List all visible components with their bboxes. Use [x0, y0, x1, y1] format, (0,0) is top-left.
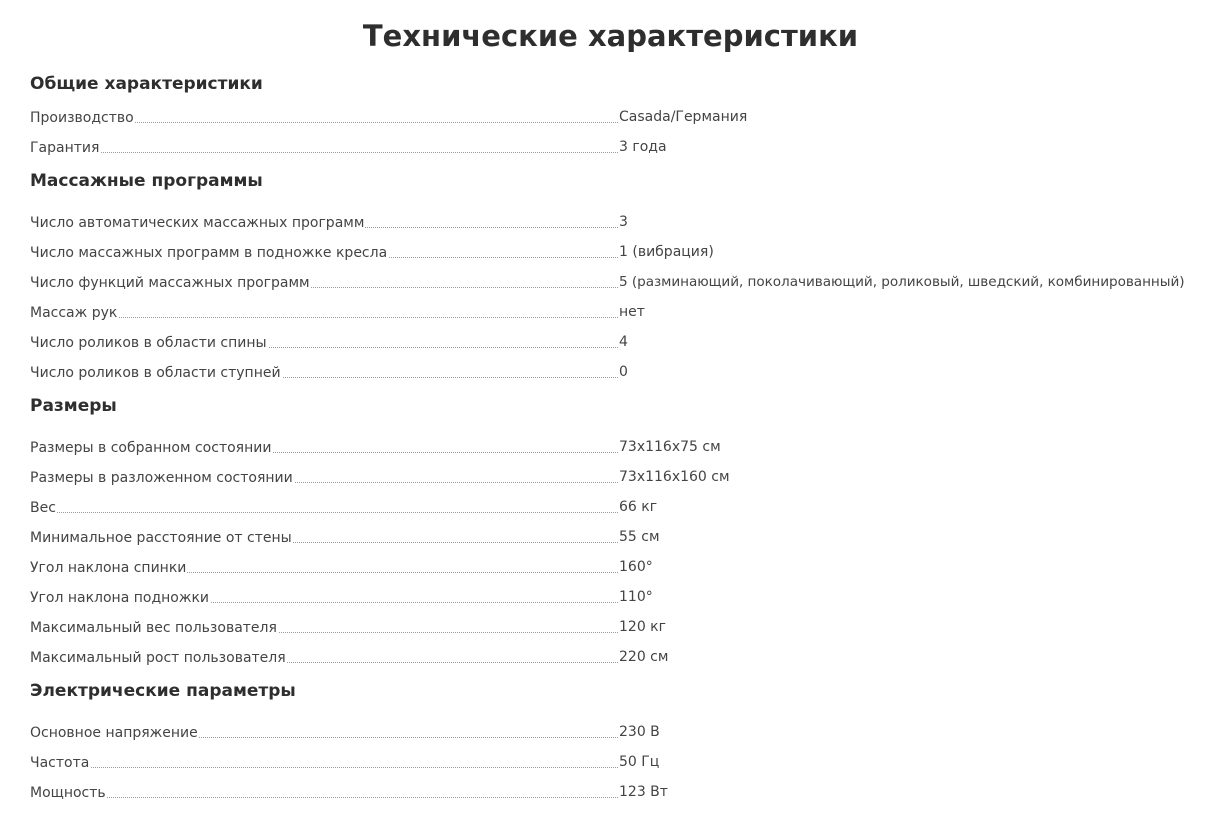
spec-label: Число функций массажных программ — [30, 273, 311, 293]
spec-label: Гарантия — [30, 138, 101, 158]
spec-value: 73х116х160 см — [619, 469, 730, 485]
spec-label: Угол наклона подножки — [30, 588, 211, 608]
spec-value: 3 — [619, 214, 628, 230]
spec-row-weight: Вес 66 кг — [30, 496, 1220, 518]
spec-row-back-rollers: Число роликов в области спины 4 — [30, 331, 1220, 353]
spec-value: 5 (разминающий, поколачивающий, роликовы… — [619, 274, 1185, 290]
spec-value: 120 кг — [619, 619, 666, 635]
spec-label: Размеры в собранном состоянии — [30, 438, 273, 458]
section-title-massage-programs: Массажные программы — [30, 171, 263, 191]
spec-row-footrest-angle: Угол наклона подножки 110° — [30, 586, 1220, 608]
spec-label: Мощность — [30, 783, 107, 803]
spec-row-backrest-angle: Угол наклона спинки 160° — [30, 556, 1220, 578]
spec-label: Массаж рук — [30, 303, 119, 323]
spec-row-foot-rollers: Число роликов в области ступней 0 — [30, 361, 1220, 383]
spec-value: 66 кг — [619, 499, 658, 515]
spec-value: 123 Вт — [619, 784, 668, 800]
spec-row-warranty: Гарантия 3 года — [30, 136, 1220, 158]
spec-row-max-user-weight: Максимальный вес пользователя 120 кг — [30, 616, 1220, 638]
spec-label: Максимальный вес пользователя — [30, 618, 278, 638]
dotted-leader — [30, 797, 618, 798]
spec-value: 3 года — [619, 139, 667, 155]
spec-row-max-user-height: Максимальный рост пользователя 220 см — [30, 646, 1220, 668]
spec-row-auto-programs: Число автоматических массажных программ … — [30, 211, 1220, 233]
spec-label: Число автоматических массажных программ — [30, 213, 366, 233]
spec-label: Основное напряжение — [30, 723, 199, 743]
spec-label: Частота — [30, 753, 91, 773]
spec-row-footrest-programs: Число массажных программ в подножке крес… — [30, 241, 1220, 263]
spec-value: 4 — [619, 334, 628, 350]
spec-label: Размеры в разложенном состоянии — [30, 468, 294, 488]
spec-row-program-functions: Число функций массажных программ 5 (разм… — [30, 271, 1220, 293]
spec-label: Число массажных программ в подножке крес… — [30, 243, 389, 263]
spec-value: 160° — [619, 559, 653, 575]
spec-label: Минимальное расстояние от стены — [30, 528, 293, 548]
spec-value: 50 Гц — [619, 754, 660, 770]
spec-row-folded-size: Размеры в собранном состоянии 73х116х75 … — [30, 436, 1220, 458]
spec-row-arm-massage: Массаж рук нет — [30, 301, 1220, 323]
page-title: Технические характеристики — [362, 19, 859, 53]
section-title-electrical: Электрические параметры — [30, 681, 296, 701]
section-title-general: Общие характеристики — [30, 74, 263, 94]
spec-value: 0 — [619, 364, 628, 380]
spec-row-frequency: Частота 50 Гц — [30, 751, 1220, 773]
spec-row-wall-distance: Минимальное расстояние от стены 55 см — [30, 526, 1220, 548]
spec-value: нет — [619, 304, 645, 320]
spec-row-power: Мощность 123 Вт — [30, 781, 1220, 803]
spec-label: Максимальный рост пользователя — [30, 648, 287, 668]
spec-row-manufacturer: Производство Casada/Германия — [30, 106, 1220, 128]
spec-label: Производство — [30, 108, 135, 128]
spec-value: 1 (вибрация) — [619, 244, 714, 260]
spec-value: 55 см — [619, 529, 660, 545]
spec-label: Угол наклона спинки — [30, 558, 188, 578]
spec-value: 110° — [619, 589, 653, 605]
spec-row-unfolded-size: Размеры в разложенном состоянии 73х116х1… — [30, 466, 1220, 488]
spec-value: Casada/Германия — [619, 109, 748, 125]
dotted-leader — [30, 512, 618, 513]
spec-label: Число роликов в области спины — [30, 333, 268, 353]
spec-value: 230 В — [619, 724, 660, 740]
dotted-leader — [30, 152, 618, 153]
section-title-dimensions: Размеры — [30, 396, 117, 416]
spec-value: 73х116х75 см — [619, 439, 721, 455]
spec-label: Число роликов в области ступней — [30, 363, 282, 383]
spec-row-voltage: Основное напряжение 230 В — [30, 721, 1220, 743]
dotted-leader — [30, 767, 618, 768]
spec-value: 220 см — [619, 649, 669, 665]
spec-label: Вес — [30, 498, 57, 518]
